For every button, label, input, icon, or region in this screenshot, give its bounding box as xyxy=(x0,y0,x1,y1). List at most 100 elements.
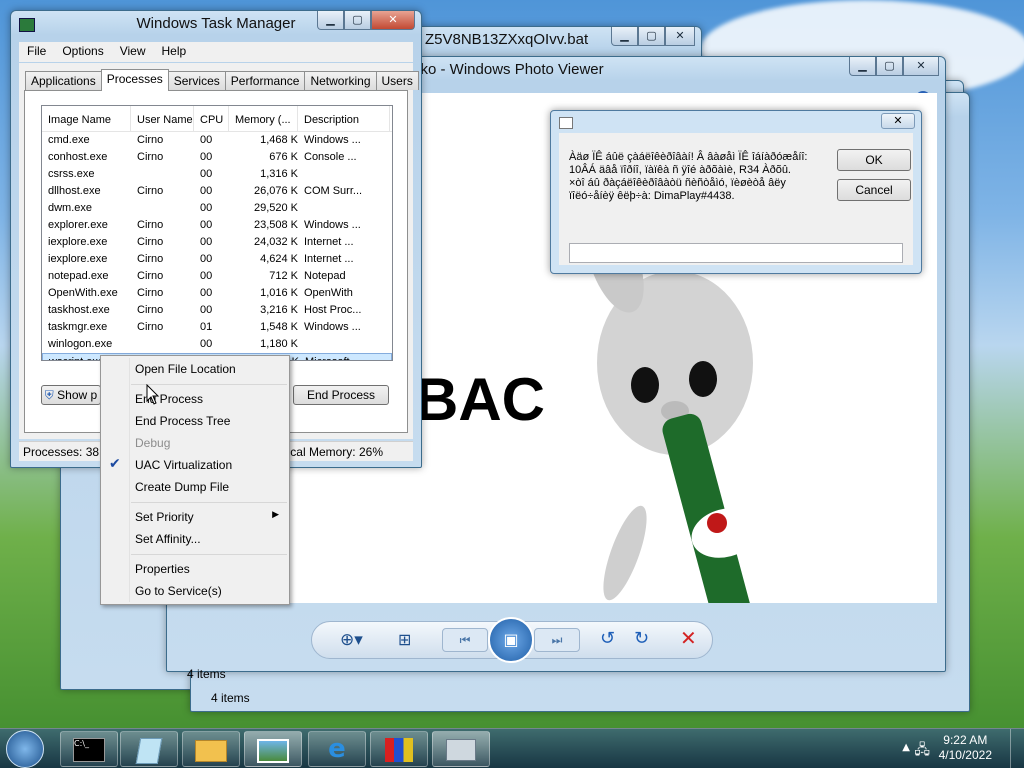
menu-item-create-dump-file[interactable]: Create Dump File xyxy=(135,480,229,494)
row-description: OpenWith xyxy=(304,287,353,299)
status-processes: Processes: 38 xyxy=(23,445,100,459)
menu-item-open-file-location[interactable]: Open File Location xyxy=(135,362,236,376)
input-dialog[interactable]: ✕ Àäø ÏÊ áûë çàáëîêèðîâàí! Â âàøåì ÏÊ îá… xyxy=(550,110,922,274)
row-memory: 1,548 K xyxy=(260,321,298,333)
row-image-name: cmd.exe xyxy=(48,134,90,146)
menu-file[interactable]: File xyxy=(19,42,54,62)
tab-services[interactable]: Services xyxy=(167,71,226,90)
maximize-button[interactable]: ▢ xyxy=(638,27,665,46)
column-user-name[interactable]: User Name xyxy=(131,106,194,131)
tab-performance[interactable]: Performance xyxy=(224,71,306,90)
menu-item-go-to-services[interactable]: Go to Service(s) xyxy=(135,584,222,598)
row-image-name: OpenWith.exe xyxy=(48,287,118,299)
table-row[interactable]: taskmgr.exe Cirno 01 1,548 K Windows ... xyxy=(42,319,392,336)
delete-icon[interactable]: ✕ xyxy=(680,626,697,650)
taskbar-wscript[interactable] xyxy=(370,731,428,767)
row-cpu: 00 xyxy=(200,253,213,265)
table-row[interactable]: csrss.exe 00 1,316 K xyxy=(42,166,392,183)
menu-item-properties[interactable]: Properties xyxy=(135,562,190,576)
rotate-right-icon[interactable]: ↻ xyxy=(634,628,649,649)
row-memory: 712 K xyxy=(269,270,298,282)
close-button[interactable]: ✕ xyxy=(903,57,939,76)
rotate-left-icon[interactable]: ↺ xyxy=(600,628,615,649)
row-description: Windows ... xyxy=(304,134,361,146)
viewer-toolbar: ⊕▾ ⊞ ⏮ ▣ ⏭ ↺ ↻ ✕ xyxy=(311,617,713,663)
table-row[interactable]: iexplore.exe Cirno 00 4,624 K Internet ... xyxy=(42,251,392,268)
taskbar-explorer[interactable] xyxy=(182,731,240,767)
end-process-button[interactable]: End Process xyxy=(293,385,389,405)
dialog-input[interactable] xyxy=(569,243,903,263)
menu-help[interactable]: Help xyxy=(154,42,195,62)
ok-button[interactable]: OK xyxy=(837,149,911,171)
column-image-name[interactable]: Image Name xyxy=(42,106,131,131)
row-image-name: notepad.exe xyxy=(48,270,109,282)
taskbar-notepad[interactable] xyxy=(120,731,178,767)
row-cpu: 00 xyxy=(200,219,213,231)
table-row[interactable]: explorer.exe Cirno 00 23,508 K Windows ... xyxy=(42,217,392,234)
menu-item-set-affinity[interactable]: Set Affinity... xyxy=(135,532,201,546)
column-description[interactable]: Description xyxy=(298,106,390,131)
row-description: Internet ... xyxy=(304,253,354,265)
maximize-button[interactable]: ▢ xyxy=(876,57,903,76)
notepad-icon xyxy=(135,738,163,764)
show-desktop-button[interactable] xyxy=(1010,729,1024,768)
cancel-button[interactable]: Cancel xyxy=(837,179,911,201)
minimize-button[interactable]: ▁ xyxy=(317,11,344,30)
tab-users[interactable]: Users xyxy=(375,71,419,90)
taskbar-internet-explorer[interactable]: e xyxy=(308,731,366,767)
minimize-button[interactable]: ▁ xyxy=(849,57,876,76)
tray-arrow-icon[interactable]: ▲ xyxy=(902,742,910,753)
menu-item-uac-virtualization[interactable]: UAC Virtualization xyxy=(135,458,232,472)
tab-processes[interactable]: Processes xyxy=(100,69,169,91)
table-row[interactable]: conhost.exe Cirno 00 676 K Console ... xyxy=(42,149,392,166)
show-processes-button[interactable]: ⛨ Show p xyxy=(41,385,101,405)
table-row[interactable]: winlogon.exe 00 1,180 K xyxy=(42,336,392,353)
table-row[interactable]: notepad.exe Cirno 00 712 K Notepad xyxy=(42,268,392,285)
actual-size-icon[interactable]: ⊞ xyxy=(398,630,411,649)
row-description: Internet ... xyxy=(304,236,354,248)
taskbar-task-manager[interactable] xyxy=(432,731,490,767)
column-cpu[interactable]: CPU xyxy=(194,106,229,131)
taskbar-photo-viewer[interactable] xyxy=(244,731,302,767)
row-image-name: iexplore.exe xyxy=(48,253,108,265)
tab-networking[interactable]: Networking xyxy=(304,71,377,90)
row-cpu: 00 xyxy=(200,202,213,214)
tab-applications[interactable]: Applications xyxy=(25,71,102,90)
menu-options[interactable]: Options xyxy=(54,42,111,62)
taskbar: C:\_ e ▲ 🖧 9:22 AM 4/10/2022 xyxy=(0,728,1024,768)
table-row[interactable]: iexplore.exe Cirno 00 24,032 K Internet ... xyxy=(42,234,392,251)
row-description xyxy=(298,166,390,183)
status-memory: cal Memory: 26% xyxy=(290,445,383,459)
slideshow-icon[interactable]: ▣ xyxy=(488,617,534,663)
maximize-button[interactable]: ▢ xyxy=(344,11,371,30)
table-row[interactable]: dwm.exe 00 29,520 K xyxy=(42,200,392,217)
menu-view[interactable]: View xyxy=(112,42,154,62)
row-memory: 26,076 K xyxy=(253,185,298,197)
table-row[interactable]: taskhost.exe Cirno 00 3,216 K Host Proc... xyxy=(42,302,392,319)
zoom-icon[interactable]: ⊕▾ xyxy=(340,630,363,650)
row-memory: 23,508 K xyxy=(253,219,298,231)
dialog-close-button[interactable]: ✕ xyxy=(881,113,915,129)
column-memory[interactable]: Memory (... xyxy=(229,106,298,131)
table-row[interactable]: dllhost.exe Cirno 00 26,076 K COM Surr... xyxy=(42,183,392,200)
row-memory: 676 K xyxy=(269,151,298,163)
minimize-button[interactable]: ▁ xyxy=(611,27,638,46)
dialog-app-icon xyxy=(559,117,573,129)
table-row[interactable]: cmd.exe Cirno 00 1,468 K Windows ... xyxy=(42,132,392,149)
previous-icon[interactable]: ⏮ xyxy=(442,628,488,652)
start-button[interactable] xyxy=(6,730,44,768)
menu-item-end-process-tree[interactable]: End Process Tree xyxy=(135,414,230,428)
row-user-name xyxy=(131,200,194,217)
taskbar-cmd[interactable]: C:\_ xyxy=(60,731,118,767)
taskbar-clock[interactable]: 9:22 AM 4/10/2022 xyxy=(939,733,992,763)
close-button[interactable]: ✕ xyxy=(371,11,415,30)
network-icon[interactable]: 🖧 xyxy=(914,739,930,763)
close-button[interactable]: ✕ xyxy=(665,27,695,46)
process-list[interactable]: Image Name User Name CPU Memory (... Des… xyxy=(41,105,393,361)
row-description xyxy=(298,336,390,353)
menu-item-set-priority[interactable]: Set Priority xyxy=(135,510,194,524)
next-icon[interactable]: ⏭ xyxy=(534,628,580,652)
mouse-cursor-icon xyxy=(146,384,160,405)
table-row[interactable]: OpenWith.exe Cirno 00 1,016 K OpenWith xyxy=(42,285,392,302)
row-description: Microsoft ... xyxy=(299,354,391,360)
